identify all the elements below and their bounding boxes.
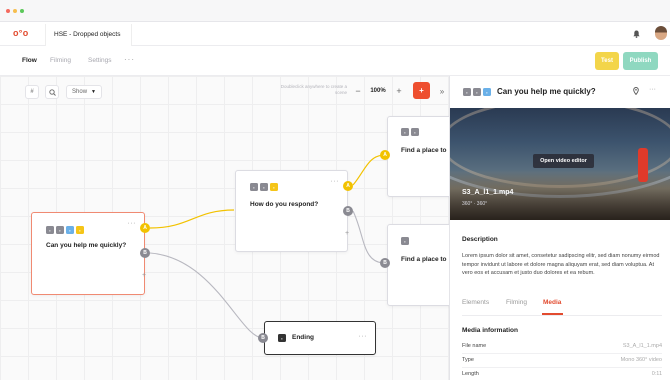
maximize-window-dot[interactable]	[20, 9, 24, 13]
scene-node-ending[interactable]: ▪ Ending ···	[264, 321, 376, 355]
scene-type-icon: ▪	[250, 183, 258, 191]
document-tab-label: HSE - Dropped objects	[54, 31, 121, 38]
media-info-key: Type	[462, 357, 474, 363]
node-title: How do you respond?	[250, 201, 319, 208]
app-window: o°o HSE - Dropped objects Flow Filming S…	[0, 0, 670, 380]
node-title: Can you help me quickly?	[46, 242, 127, 249]
description-text: Lorem ipsum dolor sit amet, consetetur s…	[462, 253, 660, 277]
scene-node-can-you-help[interactable]: ▪ ▪ ▪ ▪ ··· Can you help me quickly?	[31, 212, 145, 295]
add-answer-button[interactable]: +	[345, 230, 349, 237]
connector-q2-a-to-place1	[352, 154, 386, 186]
window-chrome	[0, 0, 670, 22]
scene-type-icon: ▪	[463, 88, 471, 96]
panel-tab-media[interactable]: Media	[543, 299, 561, 306]
scene-type-icon: ▪	[483, 88, 491, 96]
publish-button[interactable]: Publish	[623, 52, 658, 70]
input-port[interactable]: A	[380, 150, 390, 160]
input-port[interactable]: B	[380, 258, 390, 268]
scene-type-icon: ▪	[270, 183, 278, 191]
tab-settings[interactable]: Settings	[88, 57, 112, 64]
video-file-title: S3_A_l1_1.mp4	[462, 189, 514, 196]
scene-type-icon: ▪	[401, 128, 409, 136]
tab-filming[interactable]: Filming	[50, 57, 71, 64]
media-info-value: S3_A_l1_1.mp4	[622, 343, 662, 349]
add-answer-button[interactable]: +	[142, 272, 146, 279]
media-info-row: File name S3_A_l1_1.mp4	[462, 340, 662, 354]
pin-icon[interactable]	[633, 87, 639, 97]
tab-flow[interactable]: Flow	[22, 57, 37, 64]
minimize-window-dot[interactable]	[13, 9, 17, 13]
scene-node-find-a-place-2[interactable]: ▪ Find a place to	[387, 224, 449, 306]
media-info-value: Mono 360° video	[620, 357, 662, 363]
app-logo[interactable]: o°o	[13, 28, 29, 38]
panel-title: Can you help me quickly?	[497, 87, 596, 96]
node-more-button[interactable]: ···	[331, 178, 340, 185]
panel-more-button[interactable]: ···	[649, 86, 656, 93]
answer-port-a[interactable]: A	[140, 223, 150, 233]
media-info-row: Length 0:11	[462, 368, 662, 380]
node-more-button[interactable]: ···	[128, 220, 137, 227]
node-title: Find a place to	[401, 256, 447, 263]
thumbnail-figure	[638, 148, 648, 182]
video-thumbnail[interactable]: Open video editor S3_A_l1_1.mp4 360° · 3…	[450, 108, 670, 220]
node-more-button[interactable]: ···	[359, 333, 368, 340]
scene-type-icon: ▪	[46, 226, 54, 234]
editor-toolbar: Flow Filming Settings ··· Test Publish	[0, 46, 670, 76]
active-tab-indicator	[542, 313, 563, 315]
toolbar-more-button[interactable]: ···	[124, 55, 135, 64]
node-title: Ending	[292, 334, 315, 341]
tab-divider	[462, 315, 662, 316]
scene-type-icon: ▪	[473, 88, 481, 96]
top-bar: o°o HSE - Dropped objects	[0, 22, 670, 47]
video-file-subtitle: 360° · 360°	[462, 201, 488, 207]
scene-type-icon: ▪	[56, 226, 64, 234]
test-button[interactable]: Test	[595, 52, 619, 70]
scene-detail-panel: ▪ ▪ ▪ Can you help me quickly? ··· Open …	[449, 76, 670, 380]
connector-q2-b-to-place2	[352, 210, 386, 264]
media-info-key: File name	[462, 343, 487, 349]
media-info-key: Length	[462, 371, 479, 377]
media-info-row: Type Mono 360° video	[462, 354, 662, 368]
media-info-heading: Media information	[462, 327, 518, 334]
scene-node-find-a-place-1[interactable]: ▪ ▪ Find a place to	[387, 116, 449, 197]
notification-bell-icon[interactable]	[633, 30, 640, 40]
thumbnail-shade	[450, 172, 670, 220]
description-heading: Description	[462, 236, 498, 243]
answer-port-b[interactable]: B	[343, 206, 353, 216]
answer-port-b[interactable]: B	[140, 248, 150, 258]
connector-q1-b-to-ending	[149, 252, 264, 339]
answer-port-a[interactable]: A	[343, 181, 353, 191]
node-title: Find a place to	[401, 147, 447, 154]
ending-flag-icon: ▪	[278, 334, 286, 342]
scene-type-icon: ▪	[411, 128, 419, 136]
scene-type-icon: ▪	[66, 226, 74, 234]
close-window-dot[interactable]	[6, 9, 10, 13]
flow-canvas[interactable]: # Show ▼ Doubleclick anywhere to create …	[0, 76, 449, 380]
scene-type-icon: ▪	[401, 237, 409, 245]
open-video-editor-button[interactable]: Open video editor	[533, 154, 594, 168]
connector-q1-a-to-q2	[149, 209, 235, 229]
user-avatar[interactable]	[655, 26, 667, 40]
media-info-value: 0:11	[651, 371, 662, 377]
scene-type-icon: ▪	[260, 183, 268, 191]
input-port[interactable]: B	[258, 333, 268, 343]
scene-type-icon: ▪	[76, 226, 84, 234]
scene-node-how-do-you-respond[interactable]: ▪ ▪ ▪ ··· How do you respond?	[235, 170, 348, 252]
panel-tab-filming[interactable]: Filming	[506, 299, 527, 306]
panel-tab-elements[interactable]: Elements	[462, 299, 489, 306]
document-tab[interactable]: HSE - Dropped objects	[45, 24, 132, 47]
